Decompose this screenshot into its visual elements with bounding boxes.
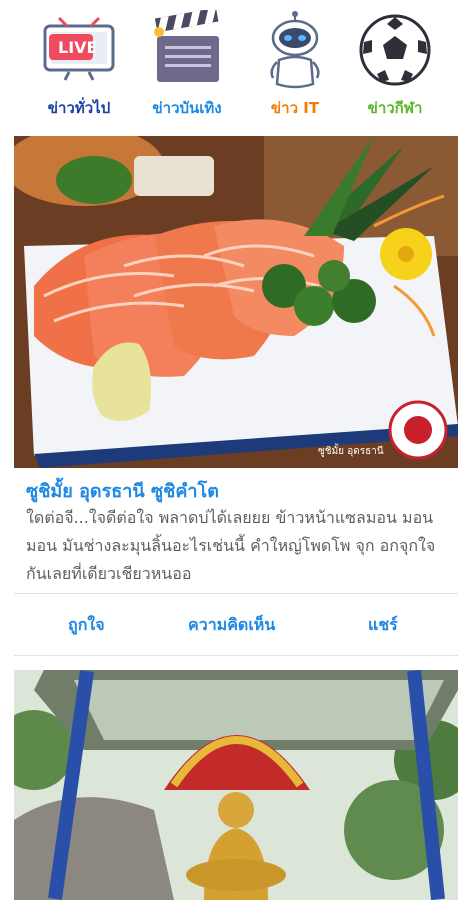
photo-watermark-text: ซูชิมั้ย อุดรธานี [318, 446, 384, 457]
share-button[interactable]: แชร์ [368, 613, 398, 638]
nav-item-sports-news[interactable]: ข่าวกีฬา [340, 10, 450, 120]
post-actions: ถูกใจ ความคิดเห็น แชร์ [14, 601, 458, 651]
post-divider [14, 593, 458, 594]
post-photo-salmon-sashimi[interactable]: ซูชิมั้ย อุดรธานี [14, 136, 458, 468]
category-nav: LIVE ข่าวทั่วไป ข่าวบันเทิง ข่าว IT ข่าว… [0, 0, 471, 126]
robot-icon [270, 11, 320, 89]
nav-label-entertainment-news: ข่าวบันเทิง [152, 99, 222, 117]
post-bottom-divider [14, 655, 458, 656]
post-title[interactable]: ซูชิมั้ย อุดรธานี ซูชิคำโต [26, 476, 219, 505]
nav-item-entertainment-news[interactable]: ข่าวบันเทิง [132, 10, 242, 120]
post-description: ใดต่อจี...ใจดีต่อใจ พลาดบ่ได้เลยยย ข้าวห… [26, 508, 436, 583]
comment-button[interactable]: ความคิดเห็น [188, 613, 275, 638]
nav-label-sports-news: ข่าวกีฬา [367, 99, 423, 117]
nav-label-it-news: ข่าว IT [270, 99, 320, 117]
nav-item-it-news[interactable]: ข่าว IT [240, 10, 350, 120]
post-photo-buddha-shrine[interactable] [14, 670, 458, 900]
live-badge: LIVE [58, 38, 98, 57]
nav-item-general-news[interactable]: LIVE ข่าวทั่วไป [24, 10, 134, 120]
news-post-card-2[interactable] [14, 670, 458, 900]
news-post-card[interactable]: ซูชิมั้ย อุดรธานี ซูชิมั้ย อุดรธานี ซูชิ… [14, 136, 458, 656]
clapperboard-icon [154, 10, 219, 82]
nav-label-general-news: ข่าวทั่วไป [47, 99, 111, 117]
like-button[interactable]: ถูกใจ [68, 613, 105, 638]
soccer-ball-icon [359, 14, 431, 86]
